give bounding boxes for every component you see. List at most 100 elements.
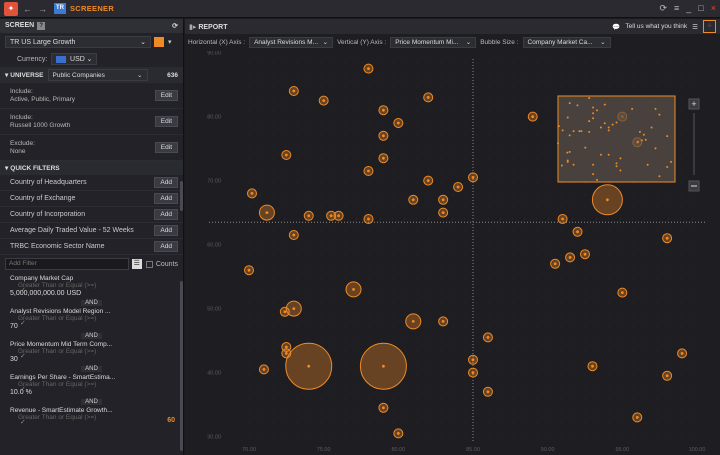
save-screen-icon[interactable] [154, 37, 164, 47]
data-bubble[interactable] [423, 92, 434, 103]
counts-checkbox[interactable] [145, 260, 153, 268]
data-bubble[interactable] [617, 287, 628, 298]
data-bubble[interactable] [363, 166, 374, 176]
data-bubble[interactable] [557, 214, 568, 224]
data-bubble[interactable] [378, 105, 389, 116]
criterion[interactable]: Analyst Revisions Model Region ... ✓ Great… [0, 306, 183, 332]
criterion[interactable]: Revenue - SmartEstimate Growth... ✓ Greate… [0, 405, 183, 426]
data-bubble[interactable] [550, 258, 561, 269]
screen-select[interactable]: TR US Large Growth ⌄ [5, 36, 151, 48]
criteria-scrollbar[interactable] [180, 281, 183, 451]
data-bubble[interactable] [580, 249, 590, 260]
refresh-icon[interactable]: ⟳ [659, 3, 667, 14]
data-bubble[interactable] [378, 402, 389, 413]
data-bubble[interactable] [303, 210, 314, 221]
data-bubble[interactable] [677, 348, 688, 359]
data-bubble[interactable] [258, 204, 275, 221]
check-icon[interactable]: ✓ [20, 352, 26, 360]
data-bubble[interactable] [393, 118, 404, 128]
data-bubble[interactable] [591, 184, 623, 216]
criterion[interactable]: Company Market Cap ✓ Greater Than or Equal… [0, 273, 183, 299]
data-bubble[interactable] [662, 370, 673, 381]
grid-dot [320, 314, 322, 316]
data-bubble[interactable] [482, 332, 493, 343]
data-bubble[interactable] [378, 130, 389, 141]
add-button[interactable]: Add [154, 193, 178, 204]
edit-button[interactable]: Edit [154, 90, 178, 101]
grid-dot [500, 182, 502, 184]
data-bubble[interactable] [572, 226, 583, 237]
bubble-chart[interactable]: 70.00 75.00 80.00 85.00 90.00 95.00 100.00 30.0… [185, 51, 720, 455]
help-icon[interactable]: ? [37, 22, 46, 30]
criterion[interactable]: Earnings Per Share - SmartEstima... ✓ Grea… [0, 372, 183, 398]
check-icon[interactable]: ✓ [20, 286, 26, 294]
x-axis-select[interactable]: Analyst Revisions M... ⌄ [249, 36, 334, 48]
data-bubble[interactable] [468, 354, 478, 365]
data-bubble[interactable] [288, 86, 299, 96]
data-bubble[interactable] [408, 194, 419, 205]
y-axis-select[interactable]: Price Momentum Mi... ⌄ [390, 36, 477, 48]
data-bubble[interactable] [345, 281, 362, 298]
screen-menu-icon[interactable]: ▾ [168, 38, 172, 46]
data-bubble[interactable] [587, 361, 598, 372]
data-bubble[interactable] [363, 214, 374, 224]
data-bubble[interactable] [258, 364, 269, 375]
criterion[interactable]: Price Momentum Mid Term Comp... ✓ Greater … [0, 339, 183, 365]
bubble-size-select[interactable]: Company Market Ca... ⌄ [522, 36, 611, 48]
data-bubble[interactable] [423, 175, 434, 186]
data-bubble[interactable] [359, 342, 407, 390]
menu-icon[interactable]: ≡ [674, 3, 679, 14]
edit-button[interactable]: Edit [154, 116, 178, 127]
refresh-screen-icon[interactable]: ⟳ [172, 22, 178, 30]
data-bubble[interactable] [468, 172, 478, 183]
quick-filters-bar[interactable]: ▾ QUICK FILTERS [0, 161, 183, 175]
add-button[interactable]: Add [154, 241, 178, 252]
universe-select[interactable]: Public Companies ⌄ [47, 69, 148, 81]
forward-arrow-icon[interactable]: → [38, 4, 48, 14]
edit-button[interactable]: Edit [154, 142, 178, 153]
data-bubble[interactable] [318, 95, 329, 106]
add-button[interactable]: Add [154, 177, 178, 188]
currency-select[interactable]: USD ⌄ [51, 53, 98, 65]
table-view-icon[interactable]: ☰ [692, 23, 698, 31]
back-arrow-icon[interactable]: ← [23, 4, 33, 14]
check-icon[interactable]: ✓ [20, 418, 26, 426]
data-bubble[interactable] [281, 150, 292, 160]
data-bubble[interactable] [662, 233, 673, 244]
data-bubble[interactable] [632, 412, 643, 423]
data-bubble[interactable] [565, 252, 576, 263]
list-view-icon[interactable]: ☰ [131, 259, 142, 269]
data-bubble[interactable] [333, 210, 344, 221]
data-bubble[interactable] [438, 316, 449, 327]
check-icon[interactable]: ✓ [20, 385, 26, 393]
quick-filter-scrollbar[interactable] [180, 181, 183, 211]
data-bubble[interactable] [468, 367, 478, 378]
add-button[interactable]: Add [154, 225, 178, 236]
feedback-link[interactable]: Tell us what you think [625, 23, 687, 30]
data-bubble[interactable] [246, 188, 257, 199]
check-icon[interactable]: ✓ [20, 319, 26, 327]
data-bubble[interactable] [285, 300, 302, 317]
data-bubble[interactable] [438, 194, 449, 205]
data-bubble[interactable] [378, 153, 389, 164]
data-bubble[interactable] [288, 230, 299, 240]
data-bubble[interactable] [482, 386, 493, 397]
data-bubble[interactable] [393, 428, 404, 439]
maximize-icon[interactable]: □ [698, 3, 703, 14]
data-bubble[interactable] [438, 207, 449, 218]
data-bubble[interactable] [527, 111, 538, 122]
data-bubble[interactable] [244, 265, 254, 276]
zoom-controls[interactable]: + [688, 98, 700, 192]
minimize-icon[interactable]: _ [686, 3, 691, 14]
app-logo-icon[interactable]: ✦ [4, 1, 18, 16]
close-icon[interactable]: × [711, 3, 716, 14]
collapse-icon[interactable]: ▾ [5, 164, 8, 172]
data-bubble[interactable] [285, 342, 333, 390]
data-bubble[interactable] [453, 182, 464, 192]
add-button[interactable]: Add [154, 209, 178, 220]
add-filter-input[interactable]: Add Filter [5, 258, 129, 270]
data-bubble[interactable] [363, 63, 374, 74]
collapse-icon[interactable]: ▾ [5, 71, 8, 79]
data-bubble[interactable] [405, 313, 422, 330]
bubble-chart-view-icon[interactable]: ⁘ [703, 20, 716, 33]
